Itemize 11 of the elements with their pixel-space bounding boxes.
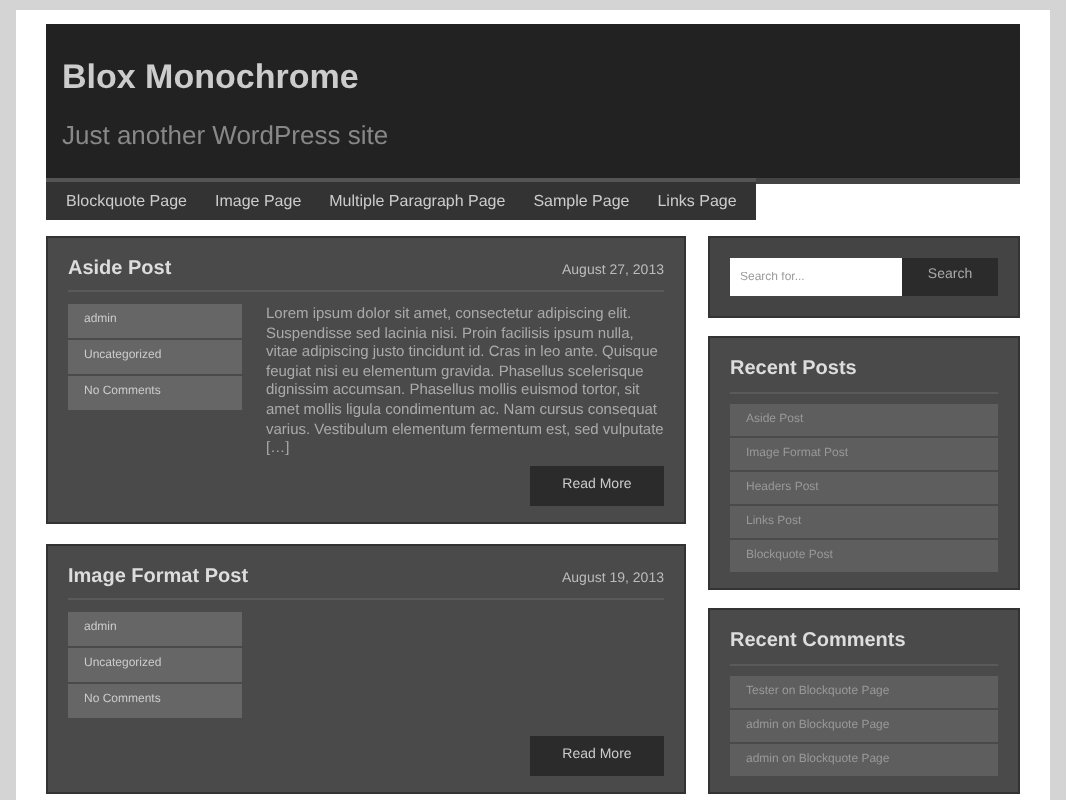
post-title[interactable]: Aside Post <box>68 254 172 284</box>
nav-link[interactable]: Links Page <box>645 189 749 213</box>
nav-link[interactable]: Sample Page <box>521 189 642 213</box>
site-tagline: Just another WordPress site <box>62 118 391 154</box>
nav-link[interactable]: Blockquote Page <box>54 189 199 213</box>
post-title[interactable]: Image Format Post <box>68 561 249 592</box>
nav-link[interactable]: Multiple Paragraph Page <box>317 189 518 213</box>
widget-title: Recent Posts <box>730 354 998 394</box>
widget-title: Recent Comments <box>730 626 998 666</box>
site-title[interactable]: Blox Monochrome <box>62 56 1004 100</box>
nav-link[interactable]: Image Page <box>203 189 314 213</box>
